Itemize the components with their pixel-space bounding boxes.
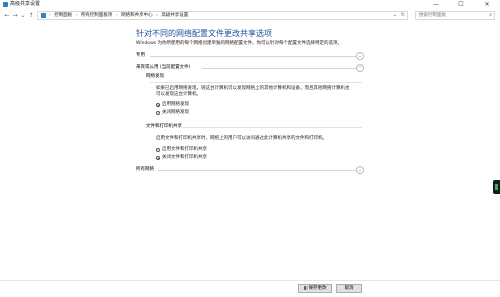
breadcrumb-item-all-items[interactable]: 所有控制面板项	[81, 13, 113, 18]
search-input[interactable]: 搜索控制面板 ⌕	[415, 11, 495, 20]
file-printer-sharing-desc: 启用文件和打印机共享时，网络上的用户可以访问通过此计算机共享的文件和打印机。	[156, 136, 327, 141]
forward-arrow-icon[interactable]: →	[11, 11, 19, 20]
address-bar[interactable]: › 控制面板 › 所有控制面板项 › 网络和共享中心 › 高级共享设置 ⌄ ↻	[37, 11, 408, 20]
footer-divider	[0, 280, 500, 281]
address-row: ← → ⌄ ↑ › 控制面板 › 所有控制面板项 › 网络和共享中心 › 高级共…	[0, 10, 500, 21]
window-title: 高级共享设置	[10, 1, 41, 7]
breadcrumb-separator: ›	[75, 13, 78, 18]
section-all-networks[interactable]: 所有网络 ⌄	[136, 166, 364, 174]
divider	[158, 170, 356, 171]
recent-locations-chevron-icon[interactable]: ⌄	[19, 11, 27, 20]
control-panel-icon	[41, 13, 46, 18]
network-discovery-desc-line2: 可以发现这台计算机。	[156, 92, 201, 97]
close-button[interactable]: ✕	[478, 0, 496, 10]
breadcrumb-item-advanced-sharing[interactable]: 高级共享设置	[161, 13, 188, 18]
collapse-chevron-icon[interactable]: ⌃	[356, 64, 364, 72]
radio-button[interactable]	[156, 148, 160, 152]
radio-label[interactable]: 启用网络发现	[162, 102, 189, 108]
network-discovery-title: 网络发现	[146, 74, 164, 79]
file-printer-sharing-title: 文件和打印机共享	[146, 124, 182, 129]
section-all-networks-label: 所有网络	[136, 167, 154, 172]
back-arrow-icon[interactable]: ←	[3, 11, 11, 20]
expand-chevron-icon[interactable]: ⌄	[356, 166, 364, 174]
radio-button-selected[interactable]	[156, 156, 160, 160]
minimize-button[interactable]: —	[427, 0, 445, 10]
save-changes-button[interactable]: 保存更改	[298, 284, 332, 293]
up-arrow-icon[interactable]: ↑	[27, 11, 35, 20]
expand-chevron-icon[interactable]: ⌄	[356, 52, 364, 60]
side-panel-tab[interactable]	[493, 180, 500, 194]
breadcrumb-separator: ›	[115, 13, 118, 18]
section-guest-public-label: 来宾或公用 (当前配置文件)	[136, 65, 191, 70]
section-guest-public[interactable]: 来宾或公用 (当前配置文件) ⌃	[136, 64, 364, 72]
section-private-label: 专用	[136, 53, 145, 58]
radio-label[interactable]: 启用文件和打印机共享	[162, 147, 207, 153]
divider	[182, 127, 362, 128]
refresh-icon[interactable]: ↻	[401, 12, 405, 19]
radio-button[interactable]	[156, 111, 160, 115]
page-intro: Windows 为你所使用的每个网络创建单独的网络配置文件。你可以针对每个配置文…	[136, 41, 343, 46]
section-private[interactable]: 专用 ⌄	[136, 52, 364, 60]
search-icon[interactable]: ⌕	[489, 12, 492, 19]
divider	[202, 68, 356, 69]
network-app-icon	[3, 2, 8, 7]
breadcrumb-separator: ›	[156, 13, 158, 18]
uac-shield-icon	[303, 285, 308, 290]
breadcrumb-separator: ›	[49, 13, 51, 18]
save-changes-label: 保存更改	[308, 286, 327, 291]
search-placeholder: 搜索控制面板	[419, 13, 446, 18]
divider	[150, 56, 356, 57]
cancel-button[interactable]: 取消	[336, 284, 362, 293]
radio-label[interactable]: 关闭文件和打印机共享	[162, 155, 207, 161]
breadcrumb-item-network-sharing-center[interactable]: 网络和共享中心	[121, 13, 153, 18]
address-dropdown-icon[interactable]: ⌄	[393, 12, 397, 19]
breadcrumb-item-control-panel[interactable]: 控制面板	[54, 13, 72, 18]
title-bar: 高级共享设置 — ☐ ✕	[0, 0, 500, 10]
maximize-button[interactable]: ☐	[452, 0, 470, 10]
page-title: 针对不同的网络配置文件更改共享选项	[136, 29, 272, 38]
divider	[150, 82, 362, 83]
radio-label[interactable]: 关闭网络发现	[162, 110, 189, 116]
radio-button-selected[interactable]	[156, 103, 160, 107]
breadcrumb: › 控制面板 › 所有控制面板项 › 网络和共享中心 › 高级共享设置	[49, 12, 190, 19]
